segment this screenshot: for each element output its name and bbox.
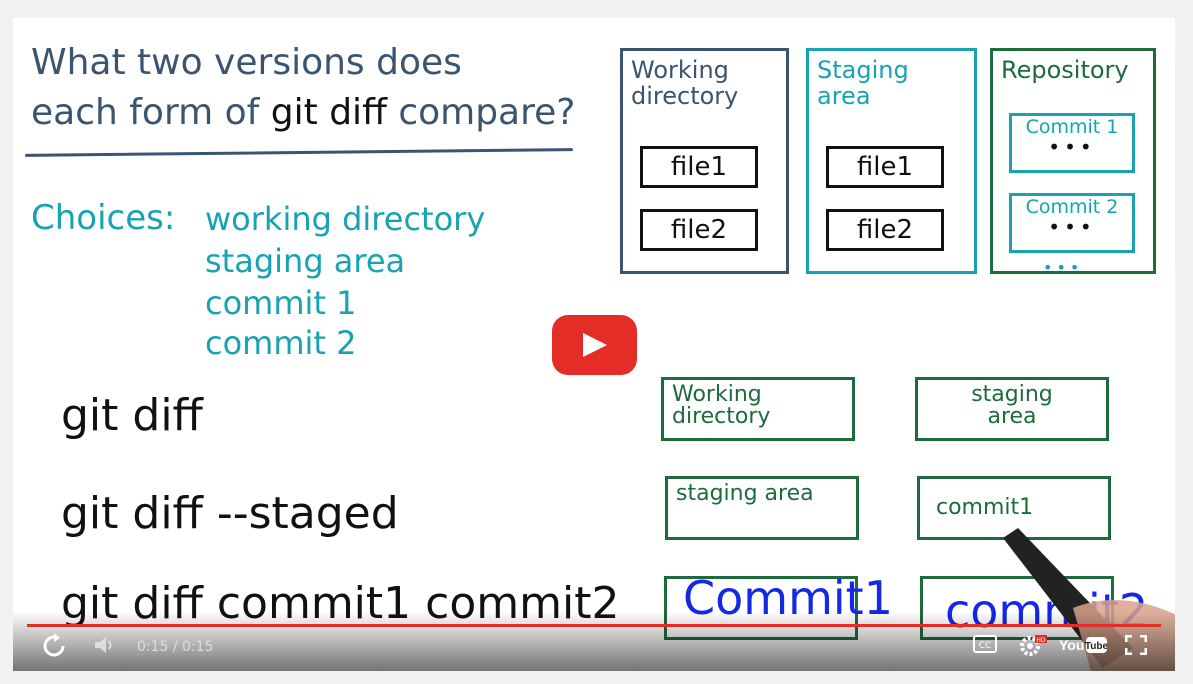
play-icon [583,333,607,357]
volume-button[interactable] [95,636,115,658]
repo-commit-2: Commit 2 ••• [1009,193,1135,253]
settings-button[interactable]: HD [1019,633,1047,661]
staging-area-box: Staging area file1 file2 [806,48,977,274]
question-line-1: What two versions does [31,42,462,83]
time-display: 0:15 / 0:15 [137,639,214,655]
wd-file1: file1 [640,146,758,188]
repository-box: Repository Commit 1 ••• Commit 2 ••• ••• [990,48,1156,277]
choice-working-directory: working directory [205,200,486,238]
captions-button[interactable]: CC [973,635,997,657]
player-controls: 0:15 / 0:15 CC HD You Tube [13,611,1175,671]
choice-commit-1: commit 1 [205,284,357,322]
answer-1-left: Working directory [661,377,855,441]
question-line-2: each form of git diff compare? [31,92,575,133]
play-button[interactable] [552,315,637,375]
command-git-diff: git diff [61,390,203,441]
repo-commit-1-dots: ••• [1048,135,1096,159]
choices-label: Choices: [31,198,176,238]
cc-icon: CC [973,635,997,657]
wd-file2: file2 [640,209,758,251]
working-directory-box: Working directory file1 file2 [620,48,789,274]
command-git-diff-staged: git diff --staged [61,488,399,539]
repository-title: Repository [1001,56,1129,84]
working-directory-title: Working directory [631,56,739,110]
sa-file2: file2 [826,209,944,251]
repo-more-dots: ••• [1043,258,1084,277]
question-line-2-post: compare? [386,92,576,133]
volume-icon [95,637,112,653]
staging-area-title: Staging area [817,56,909,110]
svg-text:CC: CC [979,641,992,651]
svg-text:Tube: Tube [1085,641,1107,652]
answer-2-left: staging area [665,476,859,540]
fullscreen-button[interactable] [1124,634,1148,659]
svg-text:You: You [1059,637,1084,653]
choice-staging-area: staging area [205,242,406,280]
fullscreen-icon [1124,634,1148,656]
settings-hd-icon: HD [1020,635,1047,656]
question-git-diff: git diff [270,92,387,133]
question-line-2-pre: each form of [31,92,271,133]
sa-file1: file1 [826,146,944,188]
video-player[interactable]: What two versions does each form of git … [13,18,1175,671]
progress-bar[interactable] [27,624,1161,627]
underline-divider [24,148,574,157]
repo-commit-1: Commit 1 ••• [1009,113,1135,173]
svg-text:HD: HD [1036,637,1046,644]
replay-icon [43,633,65,657]
replay-button[interactable] [41,633,67,663]
youtube-logo[interactable]: You Tube [1059,635,1109,659]
repo-commit-2-dots: ••• [1048,215,1096,239]
choice-commit-2: commit 2 [205,324,357,362]
answer-1-right: staging area [915,377,1109,441]
youtube-logo-icon: You Tube [1059,637,1109,653]
